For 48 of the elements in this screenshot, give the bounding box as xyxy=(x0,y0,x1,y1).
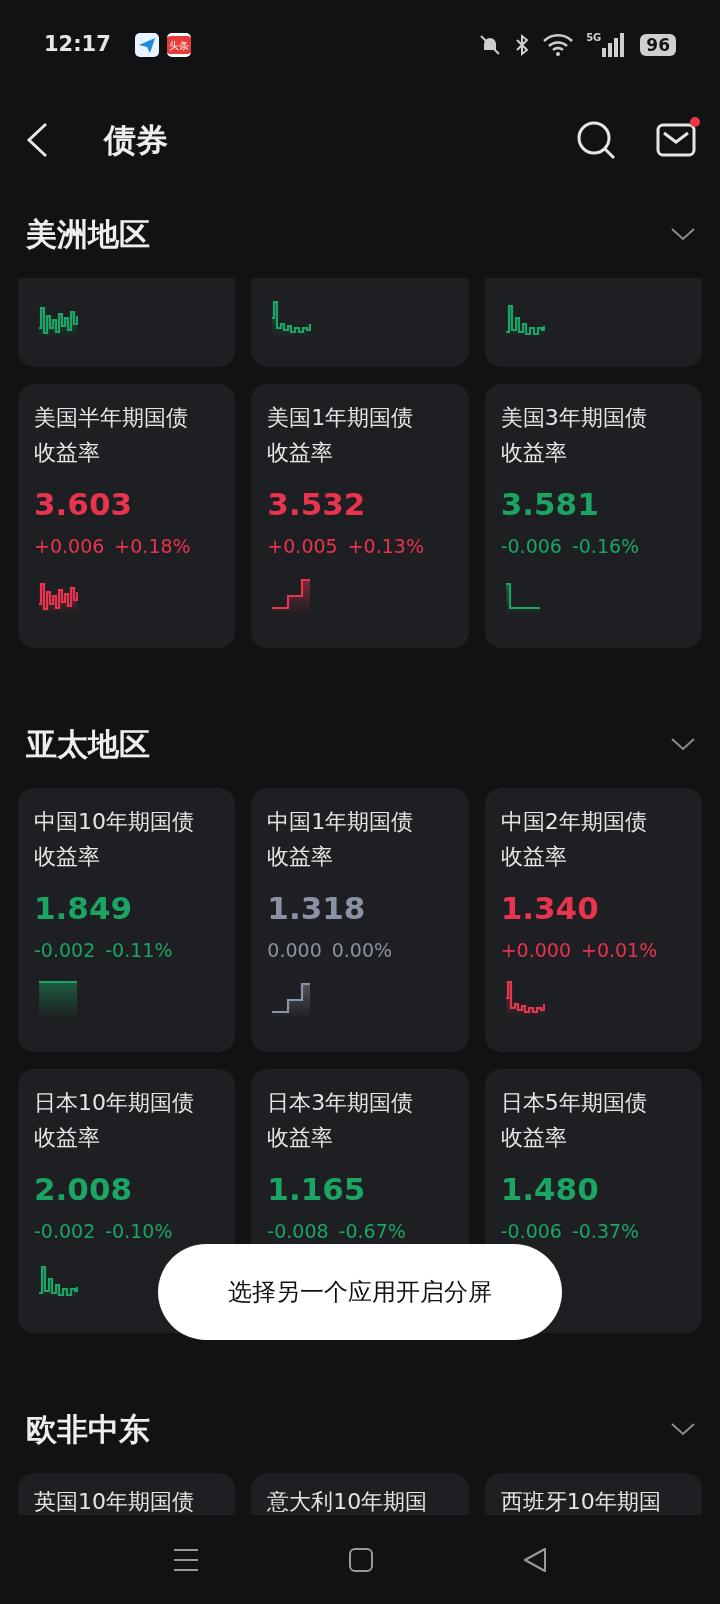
bond-name: 日本3年期国债收益率 xyxy=(267,1089,415,1152)
bond-yield: 1.165 xyxy=(267,1170,367,1209)
network-type: 5G xyxy=(586,33,602,43)
bond-yield: 3.581 xyxy=(500,485,600,524)
section-title: 美洲地区 xyxy=(26,214,150,254)
bond-name: 中国2年期国债收益率 xyxy=(500,808,648,871)
change-value: 0.000 xyxy=(267,938,322,963)
page-title: 债券 xyxy=(104,120,168,161)
change-percent: 0.00% xyxy=(331,938,393,963)
bond-name: 英国10年期国债 xyxy=(34,1488,195,1516)
change-percent: -0.10% xyxy=(105,1219,173,1244)
bond-yield: 3.532 xyxy=(267,485,367,524)
change-percent: -0.16% xyxy=(571,534,640,559)
bond-name: 西班牙10年期国 xyxy=(500,1488,662,1516)
change-value: -0.002 xyxy=(34,1219,96,1244)
bond-yield: 1.480 xyxy=(500,1170,600,1209)
bond-name: 日本10年期国债收益率 xyxy=(34,1089,195,1152)
change-value: +0.000 xyxy=(500,938,571,963)
change-percent: +0.13% xyxy=(347,534,424,559)
news-app-icon: 头条 xyxy=(166,33,191,57)
battery-level: 96 xyxy=(640,34,676,56)
bond-yield: 1.849 xyxy=(34,889,134,928)
bond-name: 中国1年期国债收益率 xyxy=(267,808,415,871)
change-percent: +0.18% xyxy=(114,534,191,559)
change-percent: -0.37% xyxy=(571,1219,640,1244)
change-value: +0.005 xyxy=(267,534,338,559)
bond-name: 中国10年期国债收益率 xyxy=(34,808,195,871)
bond-name: 意大利10年期国 xyxy=(267,1488,429,1516)
bond-name: 美国半年期国债收益率 xyxy=(34,404,189,467)
change-value: -0.006 xyxy=(500,1219,562,1244)
bond-yield: 1.340 xyxy=(500,889,600,928)
change-percent: +0.01% xyxy=(581,938,658,963)
status-time: 12:17 xyxy=(44,31,111,59)
split-screen-toast: 选择另一个应用开启分屏 xyxy=(158,1244,562,1340)
section-title: 亚太地区 xyxy=(26,724,150,764)
change-value: -0.006 xyxy=(500,534,562,559)
bond-yield: 1.318 xyxy=(267,889,367,928)
change-percent: -0.11% xyxy=(105,938,173,963)
change-value: +0.006 xyxy=(34,534,105,559)
bond-yield: 2.008 xyxy=(34,1170,134,1209)
change-percent: -0.67% xyxy=(338,1219,406,1244)
bond-name: 日本5年期国债收益率 xyxy=(500,1089,648,1152)
change-value: -0.008 xyxy=(267,1219,329,1244)
bond-name: 美国3年期国债收益率 xyxy=(500,404,648,467)
section-title: 欧非中东 xyxy=(26,1409,150,1449)
bond-yield: 3.603 xyxy=(34,485,134,524)
change-value: -0.002 xyxy=(34,938,96,963)
bond-name: 美国1年期国债收益率 xyxy=(267,404,415,467)
